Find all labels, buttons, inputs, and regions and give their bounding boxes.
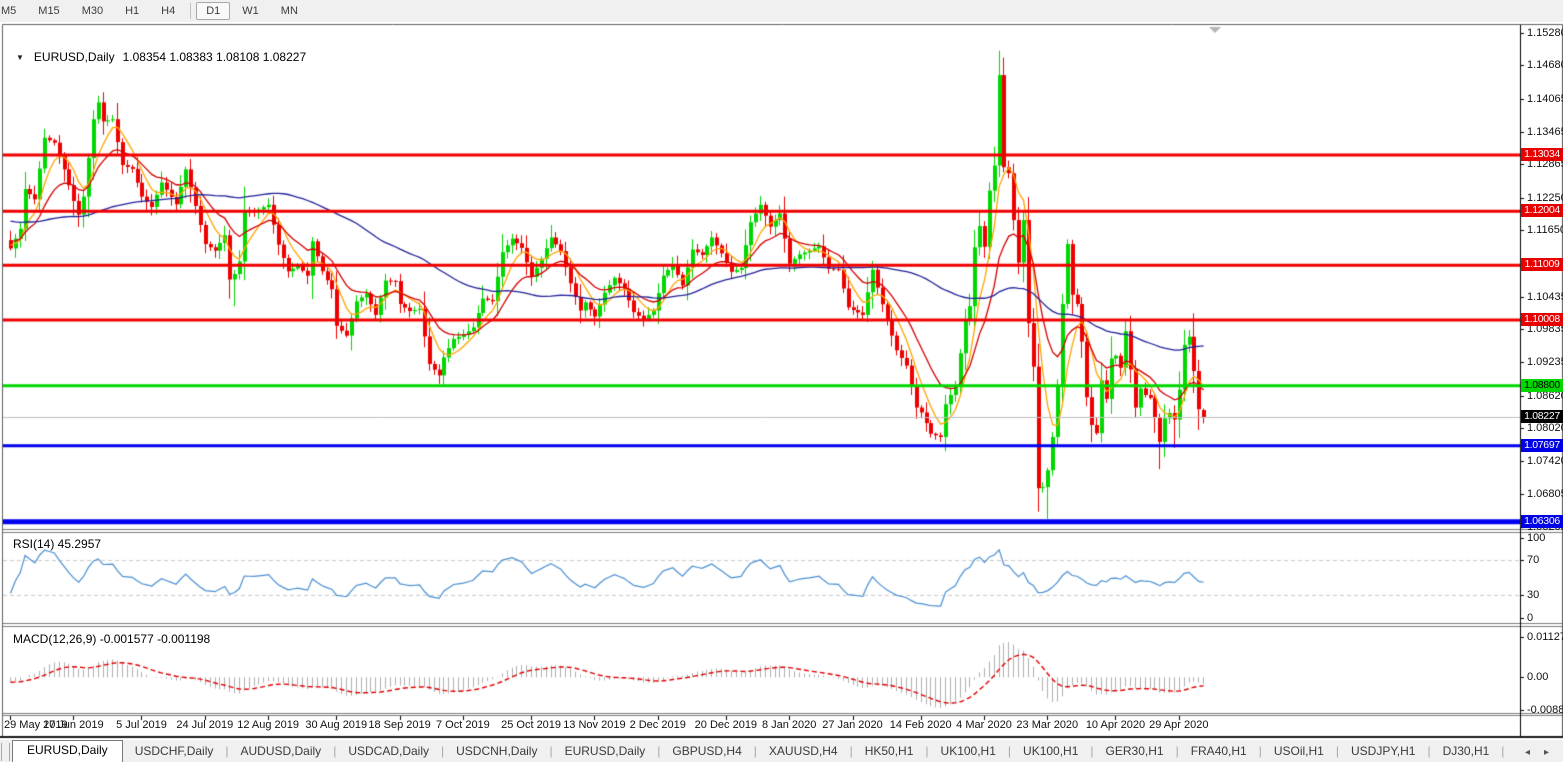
price-badge-1.06306: 1.06306 <box>1521 514 1563 528</box>
timeframe-button-m30[interactable]: M30 <box>72 2 113 20</box>
price-tick-1.07420: 1.07420 <box>1527 454 1563 467</box>
price-tick-1.08020: 1.08020 <box>1527 422 1563 435</box>
date-tick-4-mar-2020: 4 Mar 2020 <box>956 719 1012 731</box>
price-tick-1.14680: 1.14680 <box>1527 59 1563 72</box>
tab-xauusd-h4-7[interactable]: XAUUSD,H4 <box>757 741 850 762</box>
price-badge-1.07697: 1.07697 <box>1521 438 1563 452</box>
chart-tab-bar: EURUSD,Daily USDCHF,Daily | AUDUSD,Daily | US… <box>0 740 1563 762</box>
price-badge-1.08227: 1.08227 <box>1521 409 1563 423</box>
chevron-down-icon[interactable]: ▼ <box>16 53 24 62</box>
tab-audusd-daily-2[interactable]: AUDUSD,Daily <box>229 741 334 762</box>
tab-scroll-arrows: ◂ ▸ <box>1525 747 1563 762</box>
date-tick-23-mar-2020: 23 Mar 2020 <box>1016 719 1079 731</box>
rsi-tick-70: 70 <box>1527 554 1540 567</box>
tab-usdchf-daily-1[interactable]: USDCHF,Daily <box>123 741 226 762</box>
price-tick-1.13465: 1.13465 <box>1527 125 1563 138</box>
chart-symbol-header: ▼ EURUSD,Daily 1.08354 1.08383 1.08108 1… <box>16 50 306 64</box>
date-tick-13-nov-2019: 13 Nov 2019 <box>563 719 626 731</box>
date-tick-12-aug-2019: 12 Aug 2019 <box>237 719 299 731</box>
tab-hk50-h1-8[interactable]: HK50,H1 <box>853 741 926 762</box>
tab-usoil-h1-13[interactable]: USOil,H1 <box>1262 741 1336 762</box>
date-tick-2-dec-2019: 2 Dec 2019 <box>629 719 686 731</box>
price-tick-1.11650: 1.11650 <box>1527 224 1563 237</box>
tab-usdcnh-daily-4[interactable]: USDCNH,Daily <box>444 741 549 762</box>
tab-divider: | <box>1501 744 1505 758</box>
date-tick-18-sep-2019: 18 Sep 2019 <box>368 719 431 731</box>
chart-canvas[interactable] <box>0 22 1563 762</box>
date-tick-24-jul-2019: 24 Jul 2019 <box>176 719 234 731</box>
date-tick-25-oct-2019: 25 Oct 2019 <box>501 719 562 731</box>
tab-scroll-left-icon[interactable]: ◂ <box>1525 747 1530 758</box>
price-tick-1.10435: 1.10435 <box>1527 290 1563 303</box>
rsi-indicator-label: RSI(14) 45.2957 <box>13 537 102 551</box>
macd-tick-0.00: 0.00 <box>1527 671 1549 684</box>
rsi-tick-100: 100 <box>1527 532 1546 544</box>
price-tick-1.15280: 1.15280 <box>1527 26 1563 39</box>
timeframe-button-h4[interactable]: H4 <box>151 2 185 20</box>
timeframe-button-m5[interactable]: M5 <box>0 2 26 20</box>
date-tick-27-jan-2020: 27 Jan 2020 <box>822 719 883 731</box>
date-tick-10-apr-2020: 10 Apr 2020 <box>1085 719 1146 731</box>
tab-usdcad-daily-3[interactable]: USDCAD,Daily <box>336 741 441 762</box>
price-tick-1.06805: 1.06805 <box>1527 488 1563 501</box>
tab-gbpusd-h4-6[interactable]: GBPUSD,H4 <box>660 741 753 762</box>
date-tick-5-jul-2019: 5 Jul 2019 <box>116 719 167 731</box>
date-tick-17-jun-2019: 17 Jun 2019 <box>43 719 104 731</box>
timeframe-button-d1[interactable]: D1 <box>196 2 231 20</box>
price-badge-1.10008: 1.10008 <box>1521 312 1563 326</box>
chart-symbol-label: EURUSD,Daily <box>33 50 115 64</box>
price-tick-1.09235: 1.09235 <box>1527 356 1563 369</box>
price-badge-1.12004: 1.12004 <box>1521 204 1563 218</box>
price-badge-1.11009: 1.11009 <box>1521 258 1563 272</box>
tab-scroll-right-icon[interactable]: ▸ <box>1544 747 1549 758</box>
date-tick-29-apr-2020: 29 Apr 2020 <box>1149 719 1209 731</box>
macd-indicator-label: MACD(12,26,9) -0.001577 -0.001198 <box>13 632 211 646</box>
timeframe-button-mn[interactable]: MN <box>271 2 308 20</box>
timeframe-button-m15[interactable]: M15 <box>28 2 69 20</box>
date-tick-30-aug-2019: 30 Aug 2019 <box>305 719 368 731</box>
macd-tick--0.008845: -0.008845 <box>1527 704 1563 716</box>
chart-window: ▼ EURUSD,Daily 1.08354 1.08383 1.08108 1… <box>0 22 1563 762</box>
tab-ger30-h1-11[interactable]: GER30,H1 <box>1094 741 1176 762</box>
tab-uk100-h1-10[interactable]: UK100,H1 <box>1011 741 1090 762</box>
tab-fra40-h1-12[interactable]: FRA40,H1 <box>1179 741 1259 762</box>
mt4-chart-screen: M5 M15 M30 H1 H4 D1 W1 MN ▼ EURUSD,Daily 1.0835… <box>0 0 1563 762</box>
price-badge-1.13034: 1.13034 <box>1521 147 1563 161</box>
timeframe-toolbar: M5 M15 M30 H1 H4 D1 W1 MN <box>0 0 1563 23</box>
rsi-tick-30: 30 <box>1527 588 1540 601</box>
date-tick-7-oct-2019: 7 Oct 2019 <box>435 719 490 731</box>
price-badge-1.08800: 1.08800 <box>1521 378 1563 392</box>
rsi-tick-0: 0 <box>1527 612 1534 624</box>
tab-usdjpy-h1-14[interactable]: USDJPY,H1 <box>1339 741 1427 762</box>
timeframe-button-w1[interactable]: W1 <box>232 2 269 20</box>
tab-splitter[interactable] <box>1 743 10 761</box>
tab-eurusd-daily-5[interactable]: EURUSD,Daily <box>553 741 658 762</box>
tab-dj30-h1-15[interactable]: DJ30,H1 <box>1431 741 1502 762</box>
date-tick-20-dec-2019: 20 Dec 2019 <box>694 719 758 731</box>
macd-tick-0.011277: 0.011277 <box>1527 631 1563 643</box>
date-tick-14-feb-2020: 14 Feb 2020 <box>889 719 952 731</box>
timeframe-button-h1[interactable]: H1 <box>115 2 149 20</box>
chart-ohlc-values: 1.08354 1.08383 1.08108 1.08227 <box>122 50 307 64</box>
date-tick-8-jan-2020: 8 Jan 2020 <box>761 719 817 731</box>
price-tick-1.12250: 1.12250 <box>1527 191 1563 204</box>
toolbar-separator <box>190 3 192 19</box>
price-tick-1.14065: 1.14065 <box>1527 92 1563 105</box>
tab-eurusd-daily-0[interactable]: EURUSD,Daily <box>12 740 123 762</box>
tab-uk100-h1-9[interactable]: UK100,H1 <box>929 741 1008 762</box>
